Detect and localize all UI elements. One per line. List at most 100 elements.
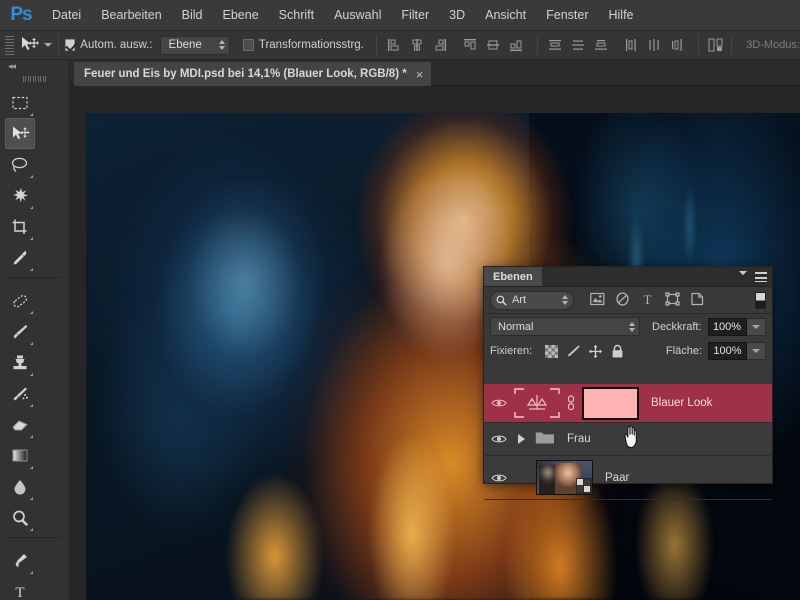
align-distribute-group [383, 34, 527, 56]
clone-stamp-tool[interactable] [5, 347, 35, 378]
align-vertical-centers-icon[interactable] [482, 34, 504, 56]
type-tool[interactable]: T [5, 576, 35, 600]
blend-mode-dropdown[interactable]: Normal [490, 317, 640, 336]
opacity-slider-chevron-icon[interactable] [747, 318, 766, 336]
tools-panel-grip[interactable] [0, 73, 69, 84]
filter-smart-objects-icon[interactable] [690, 292, 705, 309]
menu-hilfe[interactable]: Hilfe [599, 0, 644, 31]
layer-row-frau[interactable]: Frau [484, 423, 772, 456]
active-tool-preview[interactable] [16, 36, 52, 54]
distribute-vertical-centers-icon[interactable] [567, 34, 589, 56]
eye-icon [491, 397, 507, 409]
transform-controls-checkbox[interactable] [243, 39, 254, 51]
layers-list: Blauer Look Frau [484, 384, 772, 483]
healing-brush-icon [10, 292, 30, 310]
lock-image-pixels-icon[interactable] [562, 342, 584, 360]
distribute-bottom-edges-icon[interactable] [590, 34, 612, 56]
eye-icon [491, 472, 507, 484]
layer-row-paar[interactable]: Paar [484, 456, 772, 500]
align-bottom-edges-icon[interactable] [505, 34, 527, 56]
auto-align-layers-icon[interactable] [705, 34, 727, 56]
gradient-tool[interactable] [5, 440, 35, 471]
layer-row-blauer-look[interactable]: Blauer Look [484, 384, 772, 423]
rectangular-marquee-tool[interactable] [5, 87, 35, 118]
options-divider-3 [537, 35, 538, 55]
eyedropper-tool[interactable] [5, 242, 35, 273]
layer-visibility-toggle-blauer-look[interactable] [484, 397, 514, 409]
blur-tool[interactable] [5, 471, 35, 502]
menu-3d[interactable]: 3D [439, 0, 475, 31]
layer-kind-label: Art [512, 294, 526, 306]
opacity-value[interactable]: 100% [708, 318, 747, 336]
layer-kind-filter[interactable]: Art [490, 291, 574, 310]
distribute-left-edges-icon[interactable] [620, 34, 642, 56]
layer-visibility-toggle-frau[interactable] [484, 433, 514, 445]
align-horizontal-centers-icon[interactable] [406, 34, 428, 56]
menu-bearbeiten[interactable]: Bearbeiten [91, 0, 171, 31]
dodge-tool[interactable] [5, 502, 35, 533]
menu-bild[interactable]: Bild [172, 0, 213, 31]
options-bar-grip[interactable] [5, 35, 13, 55]
link-mask-icon[interactable] [565, 395, 577, 411]
layer-mask-thumbnail[interactable] [582, 387, 639, 420]
layers-panel-tabstrip: Ebenen [484, 267, 772, 287]
layer-thumbnail-paar[interactable] [536, 460, 593, 495]
filter-type-layers-icon[interactable]: T [640, 292, 655, 309]
menu-datei[interactable]: Datei [42, 0, 91, 31]
auto-select-checkbox[interactable] [65, 39, 76, 51]
menu-ansicht[interactable]: Ansicht [475, 0, 536, 31]
tab-ebenen-label: Ebenen [493, 271, 533, 283]
crop-tool[interactable] [5, 211, 35, 242]
layer-visibility-toggle-paar[interactable] [484, 472, 514, 484]
align-group-horizontal [383, 34, 451, 56]
adjustment-layer-thumbnail[interactable] [514, 388, 560, 418]
svg-text:T: T [15, 585, 24, 600]
fill-slider-chevron-icon[interactable] [747, 342, 766, 360]
move-tool[interactable] [5, 118, 35, 149]
filter-pixel-layers-icon[interactable] [590, 292, 605, 309]
menu-ebene[interactable]: Ebene [213, 0, 269, 31]
brush-tool[interactable] [5, 316, 35, 347]
distribute-top-edges-icon[interactable] [544, 34, 566, 56]
layer-name-paar[interactable]: Paar [605, 472, 629, 484]
disclosure-triangle-icon[interactable] [518, 434, 525, 444]
document-tab[interactable]: Feuer und Eis by MDI.psd bei 14,1% (Blau… [74, 62, 432, 86]
tool-preset-chevron-icon[interactable] [44, 43, 52, 47]
align-left-edges-icon[interactable] [383, 34, 405, 56]
fill-value[interactable]: 100% [708, 342, 747, 360]
gradient-icon [10, 447, 30, 465]
filter-shape-layers-icon[interactable] [665, 292, 680, 309]
layer-name-blauer-look[interactable]: Blauer Look [651, 397, 712, 409]
menu-filter[interactable]: Filter [391, 0, 439, 31]
menu-schrift[interactable]: Schrift [269, 0, 324, 31]
blend-mode-row: Normal Deckkraft: 100% [484, 314, 772, 339]
distribute-horizontal-centers-icon[interactable] [643, 34, 665, 56]
lock-transparent-pixels-icon[interactable] [540, 342, 562, 360]
tools-grid [0, 84, 69, 273]
lock-all-icon[interactable] [606, 342, 628, 360]
pen-tool[interactable] [5, 545, 35, 576]
lock-position-icon[interactable] [584, 342, 606, 360]
eraser-icon [10, 416, 30, 434]
lasso-tool[interactable] [5, 149, 35, 180]
filter-adjustment-layers-icon[interactable] [615, 292, 630, 309]
align-top-edges-icon[interactable] [459, 34, 481, 56]
auto-select-dropdown[interactable]: Ebene [160, 36, 230, 55]
tab-ebenen[interactable]: Ebenen [484, 267, 543, 286]
menu-fenster[interactable]: Fenster [536, 0, 598, 31]
options-divider-2 [376, 35, 377, 55]
options-divider-5 [731, 35, 732, 55]
distribute-right-edges-icon[interactable] [666, 34, 688, 56]
history-brush-tool[interactable] [5, 378, 35, 409]
collapse-panel-icon[interactable]: ◂◂ [0, 60, 69, 73]
panel-menu-icon[interactable] [739, 271, 767, 282]
magic-wand-tool[interactable] [5, 180, 35, 211]
menu-auswahl[interactable]: Auswahl [324, 0, 391, 31]
tools-grid-vector: T [0, 542, 69, 600]
healing-brush-tool[interactable] [5, 285, 35, 316]
align-right-edges-icon[interactable] [429, 34, 451, 56]
filter-toggle-icon[interactable] [755, 292, 766, 309]
eraser-tool[interactable] [5, 409, 35, 440]
layer-name-frau[interactable]: Frau [567, 433, 591, 445]
close-icon[interactable]: × [416, 68, 424, 81]
